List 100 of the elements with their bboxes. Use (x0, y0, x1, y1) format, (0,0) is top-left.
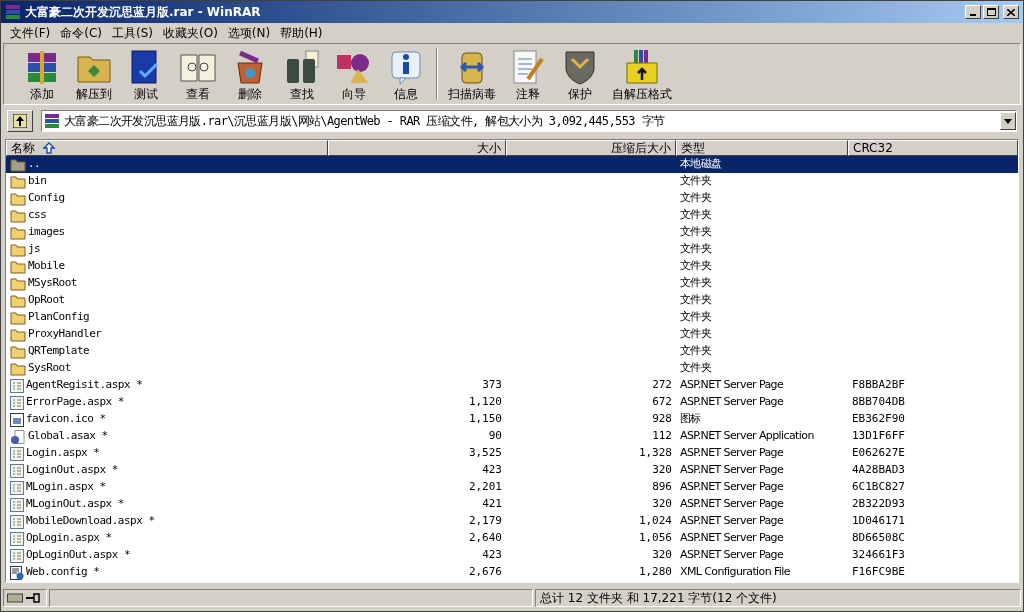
file-row[interactable]: LoginOut.aspx * 423 320 ASP.NET Server Page 4A28BAD3 (6, 462, 1018, 479)
file-row[interactable]: Config 文件夹 (6, 190, 1018, 207)
file-row[interactable]: AgentRegisit.aspx * 373 272 ASP.NET Server Page F8BBA2BF (6, 377, 1018, 394)
toolbar-button[interactable]: 信息 (380, 47, 432, 101)
folder-icon (10, 361, 26, 376)
file-row[interactable]: bin 文件夹 (6, 173, 1018, 190)
file-row[interactable]: MLogin.aspx * 2,201 896 ASP.NET Server Page 6C1BC827 (6, 479, 1018, 496)
crc-value: 2B322D93 (852, 497, 905, 511)
file-size: 2,676 (468, 564, 502, 581)
file-type: ASP.NET Server Application (680, 429, 814, 443)
document-icon (10, 395, 24, 410)
file-size: 1,150 (468, 411, 502, 428)
crc-value: F8BBA2BF (852, 378, 905, 392)
minimize-button[interactable] (965, 5, 981, 19)
file-row[interactable]: QRTemplate 文件夹 (6, 343, 1018, 360)
up-folder-button[interactable] (7, 110, 33, 132)
file-type: 文件夹 (680, 327, 712, 341)
file-row[interactable]: Global.asax * 90 112 ASP.NET Server Application 13D1F6FF (6, 428, 1018, 445)
file-row[interactable]: MLoginOut.aspx * 421 320 ASP.NET Server Page 2B322D93 (6, 496, 1018, 513)
packed-size: 1,328 (638, 445, 672, 462)
toolbar-button[interactable]: 测试 (120, 47, 172, 101)
file-type: 文件夹 (680, 276, 712, 290)
packed-size: 896 (652, 479, 672, 496)
document-icon (10, 463, 24, 478)
packed-size: 672 (652, 394, 672, 411)
folder-icon (10, 259, 26, 274)
file-row[interactable]: PlanConfig 文件夹 (6, 309, 1018, 326)
close-button[interactable] (1003, 5, 1019, 19)
column-header[interactable]: 压缩后大小 (506, 140, 676, 156)
menu-item[interactable]: 帮助(H) (275, 23, 328, 42)
up-arrow-icon (13, 114, 27, 128)
file-row[interactable]: .. 本地磁盘 (6, 156, 1018, 173)
file-row[interactable]: ErrorPage.aspx * 1,120 672 ASP.NET Server Page 8BB704DB (6, 394, 1018, 411)
file-type: 图标 (680, 412, 701, 426)
file-type: 文件夹 (680, 293, 712, 307)
address-field[interactable]: 大富豪二次开发沉思蓝月版.rar\沉思蓝月版\网站\AgentWeb - RAR 压缩文件, 解包大小为 3,092,445,553 字节 (41, 110, 1017, 132)
crc-value: 4A28BAD3 (852, 463, 905, 477)
toolbar-button[interactable]: 查看 (172, 47, 224, 101)
column-header[interactable]: 名称 (6, 140, 328, 156)
file-row[interactable]: Web.config * 2,676 1,280 XML Configuration File F16FC9BE (6, 564, 1018, 581)
menu-item[interactable]: 文件(F) (5, 23, 56, 42)
file-name: bin (28, 173, 47, 190)
file-size: 423 (482, 462, 502, 479)
file-row[interactable]: images 文件夹 (6, 224, 1018, 241)
file-row[interactable]: OpLoginOut.aspx * 423 320 ASP.NET Server Page 324661F3 (6, 547, 1018, 564)
column-header[interactable]: 大小 (328, 140, 506, 156)
folder-icon (10, 276, 26, 291)
packed-size: 272 (652, 377, 672, 394)
file-name: js (28, 241, 41, 258)
file-size: 423 (482, 547, 502, 564)
document-icon (10, 548, 24, 563)
toolbar-button[interactable]: 删除 (224, 47, 276, 101)
file-row[interactable]: css 文件夹 (6, 207, 1018, 224)
file-type: 文件夹 (680, 361, 712, 375)
toolbar-button[interactable]: 解压到 (68, 47, 120, 101)
file-row[interactable]: OpLogin.aspx * 2,640 1,056 ASP.NET Server Page 8D66508C (6, 530, 1018, 547)
file-row[interactable]: Login.aspx * 3,525 1,328 ASP.NET Server Page E062627E (6, 445, 1018, 462)
file-row[interactable]: OpRoot 文件夹 (6, 292, 1018, 309)
file-name: css (28, 207, 47, 224)
maximize-button[interactable] (983, 5, 999, 19)
file-size: 1,120 (468, 394, 502, 411)
file-row[interactable]: SysRoot 文件夹 (6, 360, 1018, 377)
file-row[interactable]: js 文件夹 (6, 241, 1018, 258)
file-type: XML Configuration File (680, 565, 790, 579)
menu-item[interactable]: 收藏夹(O) (158, 23, 223, 42)
file-row[interactable]: ProxyHandler 文件夹 (6, 326, 1018, 343)
file-size: 2,640 (468, 530, 502, 547)
toolbar-button[interactable]: 添加 (16, 47, 68, 101)
folder-icon (10, 208, 26, 223)
menu-item[interactable]: 命令(C) (55, 23, 107, 42)
close-icon (1007, 8, 1015, 16)
column-header[interactable]: CRC32 (848, 140, 1018, 156)
toolbar-button[interactable]: 扫描病毒 (442, 47, 502, 101)
file-row[interactable]: Mobile 文件夹 (6, 258, 1018, 275)
packed-size: 320 (652, 462, 672, 479)
file-size: 3,525 (468, 445, 502, 462)
packed-size: 1,024 (638, 513, 672, 530)
crc-value: 324661F3 (852, 548, 905, 562)
toolbar-button[interactable]: 保护 (554, 47, 606, 101)
crc-value: 8BB704DB (852, 395, 905, 409)
toolbar-button[interactable]: 注释 (502, 47, 554, 101)
file-type: 文件夹 (680, 225, 712, 239)
file-row[interactable]: MSysRoot 文件夹 (6, 275, 1018, 292)
toolbar-button[interactable]: 查找 (276, 47, 328, 101)
file-row[interactable]: favicon.ico * 1,150 928 图标 EB362F90 (6, 411, 1018, 428)
file-type: ASP.NET Server Page (680, 548, 784, 562)
config-file-icon (10, 565, 24, 580)
toolbar-button[interactable]: 向导 (328, 47, 380, 101)
dropdown-button[interactable] (1000, 112, 1016, 130)
file-name: MLoginOut.aspx * (26, 496, 124, 513)
file-type: 文件夹 (680, 191, 712, 205)
file-type: 文件夹 (680, 344, 712, 358)
column-header[interactable]: 类型 (676, 140, 848, 156)
menu-item[interactable]: 工具(S) (107, 23, 158, 42)
file-type: ASP.NET Server Page (680, 514, 784, 528)
menu-item[interactable]: 选项(N) (222, 23, 276, 42)
document-icon (10, 480, 24, 495)
file-name: OpLogin.aspx * (26, 530, 112, 547)
toolbar-button[interactable]: 自解压格式 (606, 47, 678, 101)
file-row[interactable]: MobileDownload.aspx * 2,179 1,024 ASP.NET Server Page 1D046171 (6, 513, 1018, 530)
